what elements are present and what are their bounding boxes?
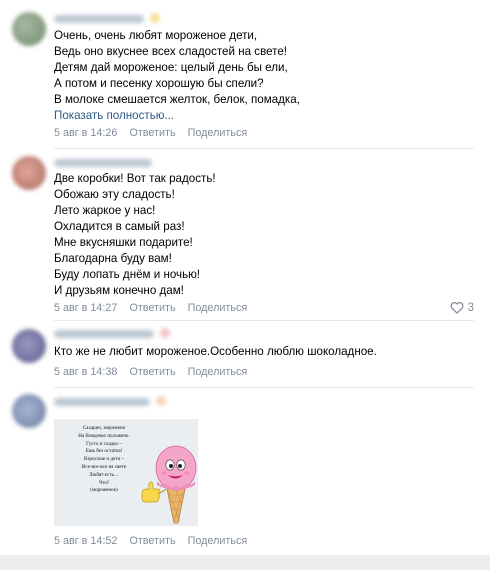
reply-button[interactable]: Ответить [129,535,175,547]
comment-meta: 5 авг в 14:26 Ответить Поделиться [54,127,256,139]
author-name-blurred[interactable] [54,15,144,23]
attached-image[interactable]: Сахарно, морожено На блюдечко положено. … [54,419,198,526]
like-button[interactable]: 3 [450,301,474,314]
share-button[interactable]: Поделиться [188,302,248,314]
comment-meta: 5 авг в 14:38 Ответить Поделиться [54,366,256,378]
comment-text: Очень, очень любят мороженое дети, Ведь … [54,29,300,106]
comment-timestamp[interactable]: 5 авг в 14:27 [54,302,117,314]
comment-meta: 5 авг в 14:27 Ответить Поделиться [54,302,256,314]
comment-text: Кто же не любит мороженое.Особенно люблю… [54,345,377,358]
show-more-link[interactable]: Показать полностью... [54,109,174,122]
share-button[interactable]: Поделиться [188,366,248,378]
comment: Очень, очень любят мороженое дети, Ведь … [0,0,490,150]
comment: Кто же не любит мороженое.Особенно люблю… [0,320,490,388]
comments-feed: Очень, очень любят мороженое дети, Ведь … [0,0,490,555]
comment-timestamp[interactable]: 5 авг в 14:52 [54,535,117,547]
avatar[interactable] [12,329,46,363]
author-emoji-icon [150,13,160,23]
reply-button[interactable]: Ответить [129,366,175,378]
author-name-blurred[interactable] [54,330,154,338]
avatar[interactable] [12,12,46,46]
like-count: 3 [467,301,474,314]
reply-button[interactable]: Ответить [129,302,175,314]
author-emoji-icon [160,328,170,338]
comment-text: Две коробки! Вот так радость! Обожаю эту… [54,172,216,297]
share-button[interactable]: Поделиться [188,127,248,139]
comment: Сахарно, морожено На блюдечко положено. … [0,388,490,555]
author-emoji-icon [156,396,166,406]
avatar[interactable] [12,394,46,428]
reply-button[interactable]: Ответить [129,127,175,139]
heart-icon [450,301,464,314]
author-name-blurred[interactable] [54,159,152,167]
comment: Две коробки! Вот так радость! Обожаю эту… [0,150,490,321]
avatar[interactable] [12,156,46,190]
comment-timestamp[interactable]: 5 авг в 14:38 [54,366,117,378]
comment-timestamp[interactable]: 5 авг в 14:26 [54,127,117,139]
ice-cream-cone-icon [141,445,197,524]
comment-meta: 5 авг в 14:52 Ответить Поделиться [54,535,256,547]
divider [54,148,474,149]
author-name-blurred[interactable] [54,398,150,406]
share-button[interactable]: Поделиться [188,535,248,547]
